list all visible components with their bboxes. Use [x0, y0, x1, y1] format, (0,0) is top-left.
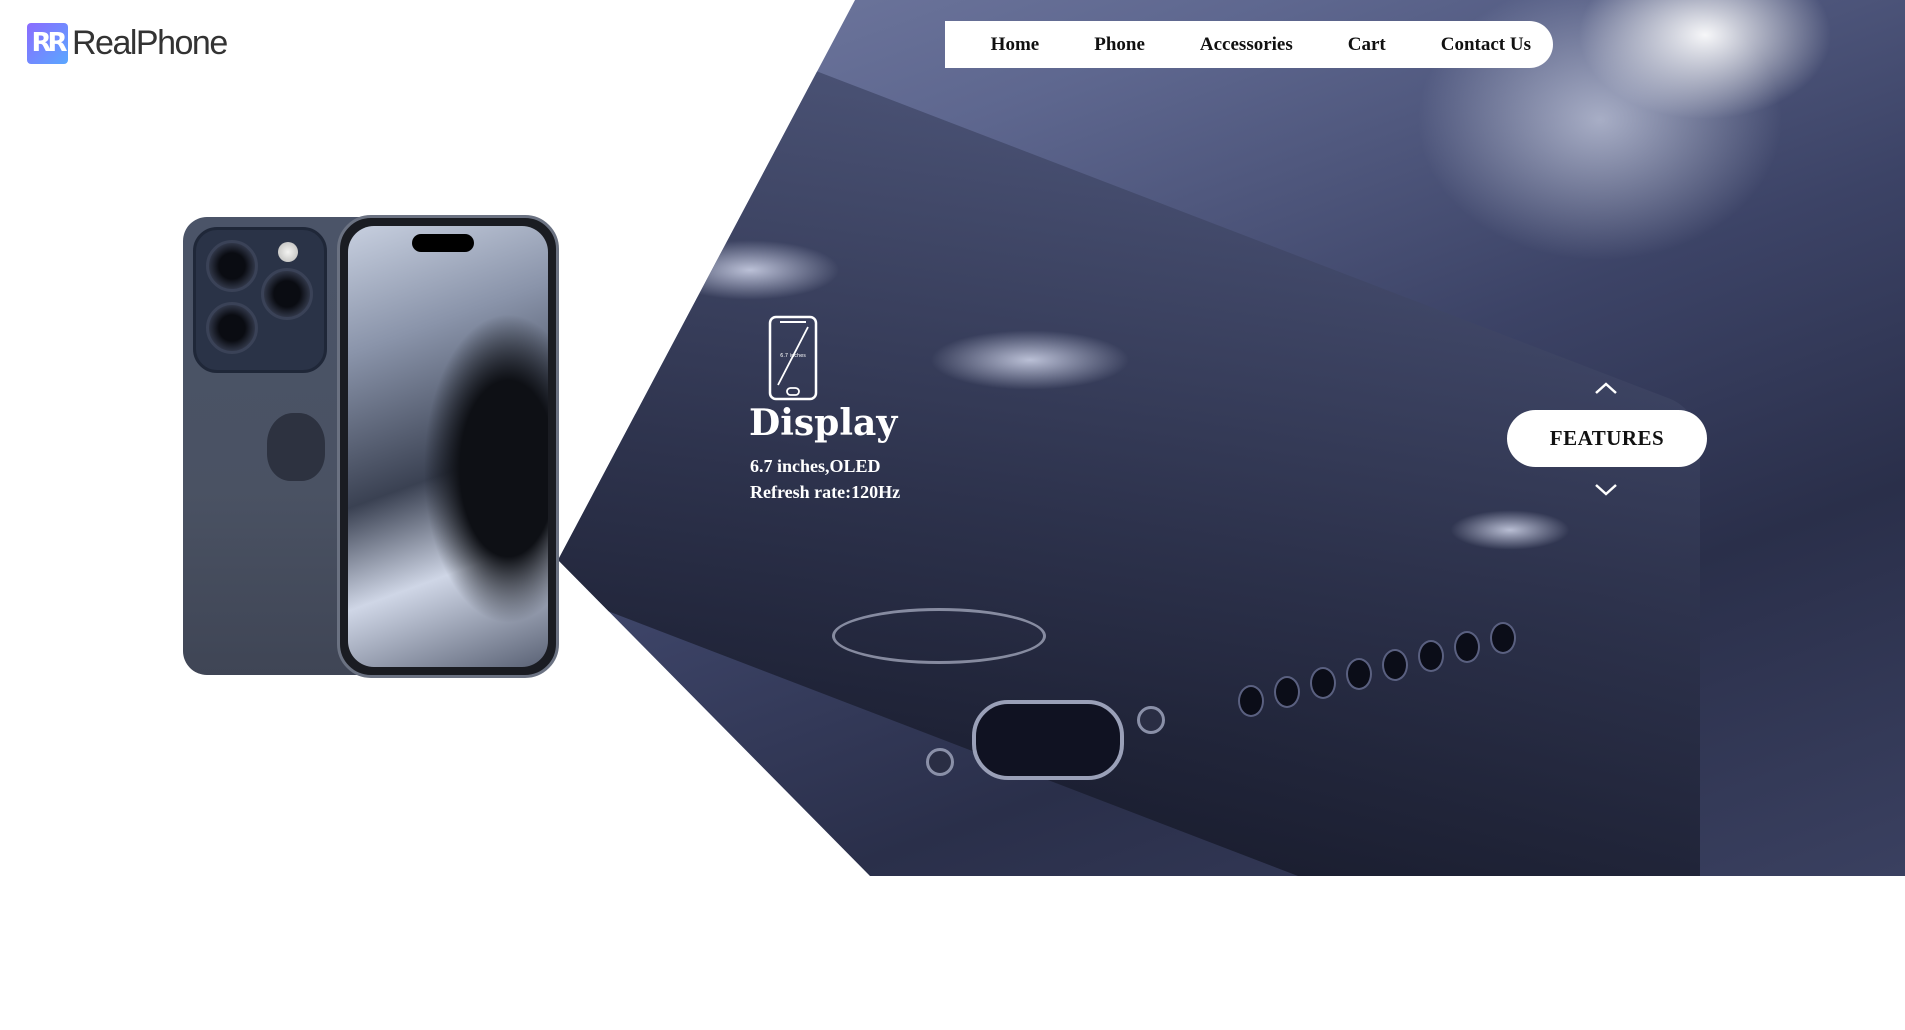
nav-item-cart[interactable]: Cart — [1348, 34, 1386, 56]
camera-lens-icon — [206, 302, 258, 354]
camera-lens-icon — [206, 240, 258, 292]
nav-item-accessories[interactable]: Accessories — [1200, 34, 1293, 56]
nav-item-home[interactable]: Home — [991, 34, 1040, 56]
main-nav: Home Phone Accessories Cart Contact Us — [945, 21, 1553, 68]
hero-home-button — [832, 608, 1046, 664]
features-button[interactable]: FEATURES — [1507, 410, 1707, 467]
camera-flash-icon — [278, 242, 298, 262]
hero-speaker-hole — [1238, 685, 1264, 717]
logo-mark-icon: RR — [27, 22, 68, 64]
nav-item-phone[interactable]: Phone — [1094, 34, 1145, 56]
screen-size-caption: 6.7 inches — [780, 353, 806, 359]
phone-screen — [348, 226, 548, 667]
hero-charging-port — [972, 700, 1124, 780]
hero-speaker-hole — [1490, 622, 1516, 654]
feature-title: Display — [749, 402, 898, 444]
logo-mark-letter: R — [47, 28, 68, 58]
hero-speaker-hole — [1346, 658, 1372, 690]
chevron-down-icon[interactable] — [1594, 482, 1618, 501]
hero-highlight — [930, 330, 1130, 390]
hero-speaker-hole — [1274, 676, 1300, 708]
hero-speaker-hole — [1310, 667, 1336, 699]
nav-item-contact-us[interactable]: Contact Us — [1441, 34, 1531, 56]
dynamic-island — [412, 234, 474, 252]
product-phone-image — [183, 215, 559, 678]
feature-detail-line: Refresh rate:120Hz — [750, 482, 901, 502]
phone-screen-icon: 6.7 inches — [768, 315, 818, 405]
logo-mark-letter: R — [31, 28, 51, 58]
hero-screw — [926, 748, 954, 776]
hero-speaker-hole — [1454, 631, 1480, 663]
phone-front — [337, 215, 559, 678]
hero-speaker-hole — [1382, 649, 1408, 681]
hero-highlight — [660, 240, 840, 300]
camera-lens-icon — [261, 268, 313, 320]
apple-logo-icon — [267, 413, 325, 481]
hero-highlight — [1450, 510, 1570, 550]
hero-screw — [1137, 706, 1165, 734]
chevron-up-icon[interactable] — [1594, 380, 1618, 399]
hero-speaker-hole — [1418, 640, 1444, 672]
brand-name: RealPhone — [72, 23, 228, 62]
camera-module — [193, 227, 327, 373]
feature-detail-line: 6.7 inches,OLED — [750, 456, 881, 476]
brand-logo[interactable]: RR RealPhone — [27, 22, 228, 64]
